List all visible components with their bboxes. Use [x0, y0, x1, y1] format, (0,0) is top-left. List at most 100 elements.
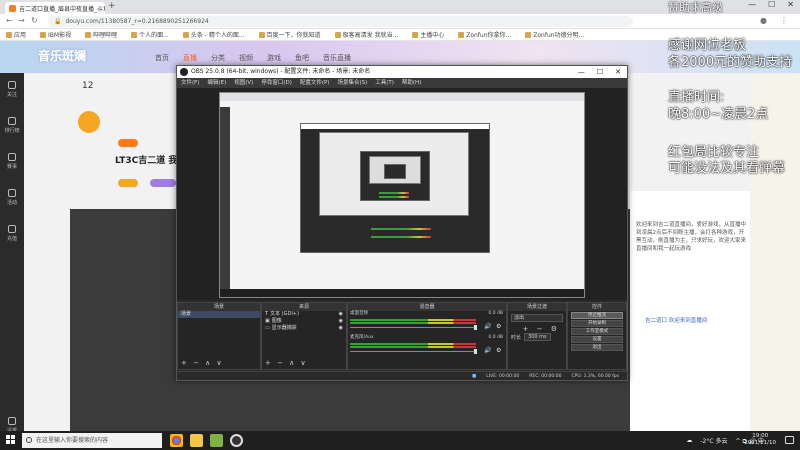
bookmark-item[interactable]: 哔哩哔哩 — [85, 30, 117, 39]
bookmark-item[interactable]: IBM影视 — [40, 30, 71, 39]
source-item[interactable]: ▭ 显示器捕获 ◉ — [262, 325, 346, 332]
sources-toolbar[interactable]: + − ∧ ∨ — [262, 359, 346, 367]
taskbar-clock[interactable]: 19:00 2021/11/10 — [744, 433, 776, 447]
obs-menu-item[interactable]: 文件(F) — [181, 78, 199, 88]
scene-item[interactable]: 场景 — [178, 311, 260, 318]
obs-logo-icon — [180, 68, 188, 76]
sidebar-item-recharge[interactable]: 充值 — [0, 225, 24, 242]
heart-icon — [8, 81, 16, 89]
profile-icon[interactable]: ● — [760, 16, 767, 25]
volume-slider[interactable] — [350, 327, 476, 328]
notification-icon[interactable] — [785, 436, 794, 444]
transition-select[interactable]: 淡出 — [511, 314, 563, 322]
minimize-button[interactable]: — — [748, 0, 756, 9]
panel-title: 控件 — [568, 303, 626, 311]
bookmark-item[interactable]: 个人的面... — [131, 30, 169, 39]
source-item[interactable]: T 文本 (GDI+) ◉ — [262, 311, 346, 318]
obs-menu-item[interactable]: 帮助(H) — [402, 78, 421, 88]
transition-add-remove[interactable]: + − ⚙ — [508, 325, 566, 333]
reload-icon[interactable]: ↻ — [31, 16, 38, 25]
eye-icon[interactable]: ◉ — [339, 325, 343, 332]
settings-button[interactable]: 设置 — [571, 336, 623, 343]
volume-slider-handle[interactable] — [474, 325, 477, 330]
scenes-toolbar[interactable]: + − ∧ ∨ — [178, 359, 260, 367]
close-button[interactable]: ✕ — [615, 66, 621, 78]
bookmark-item[interactable]: 头条 - 精个人的面... — [182, 30, 245, 39]
gear-icon[interactable]: ⚙ — [496, 347, 501, 354]
obs-menu-item[interactable]: 停靠窗口(D) — [261, 78, 292, 88]
sidebar-item-event[interactable]: 赛事 — [0, 153, 24, 170]
obs-titlebar[interactable]: OBS 25.0.8 (64-bit, windows) - 配置文件: 未命名… — [177, 66, 627, 78]
obs-menu-item[interactable]: 视图(V) — [234, 78, 253, 88]
windows-start-icon[interactable] — [6, 435, 16, 445]
obs-menu-item[interactable]: 工具(T) — [375, 78, 394, 88]
overlay-text: 晚8:00~凌晨2点 — [668, 107, 769, 122]
obs-app-icon[interactable] — [230, 434, 243, 447]
exit-button[interactable]: 退出 — [571, 344, 623, 351]
bookmark-item[interactable]: 主播中心 — [412, 30, 444, 39]
nav-link[interactable]: 音乐直播 — [323, 53, 351, 63]
volume-slider[interactable] — [350, 351, 476, 352]
bookmark-item[interactable]: 应用 — [6, 30, 26, 39]
close-button[interactable]: ✕ — [787, 0, 794, 9]
eye-icon[interactable]: ◉ — [339, 311, 343, 318]
streamer-avatar[interactable] — [78, 111, 100, 133]
maximize-button[interactable]: ☐ — [597, 66, 603, 78]
weather-icon[interactable]: ☁ — [686, 437, 692, 444]
nav-link-active[interactable]: 直播 — [183, 53, 197, 63]
bookmark-item[interactable]: Zonfun功德分明... — [525, 30, 584, 39]
sidebar-item-follow[interactable]: 关注 — [0, 81, 24, 98]
new-tab-button[interactable]: + — [108, 1, 116, 11]
mixer-channel: 麦克风/Aux 0.0 dB 🔊 ⚙ — [348, 335, 506, 359]
bookmark-item[interactable]: Zonfun你拿你... — [458, 30, 511, 39]
sidebar-item-rank[interactable]: 排行榜 — [0, 117, 24, 134]
follow-button[interactable] — [118, 139, 138, 147]
address-bar[interactable]: 🔒 douyu.com/11380587_r=0.2168890251266924 — [48, 16, 633, 27]
taskbar-search-input[interactable]: 在这里输入你要搜索的内容 — [22, 433, 162, 448]
nav-link[interactable]: 首页 — [155, 53, 169, 63]
eye-icon[interactable]: ◉ — [339, 318, 343, 325]
live-time: LIVE: 00:00:00 — [486, 374, 520, 379]
speaker-icon[interactable]: 🔊 — [484, 347, 491, 354]
weather-text[interactable]: -2°C 多云 — [700, 436, 727, 445]
obs-menu-item[interactable]: 编辑(E) — [207, 78, 226, 88]
minimize-button[interactable]: — — [578, 66, 585, 78]
room-tag[interactable] — [118, 179, 138, 187]
menu-dots-icon[interactable]: ⋮ — [780, 16, 788, 25]
nav-link[interactable]: 分类 — [211, 53, 225, 63]
forward-arrow-icon[interactable]: → — [18, 16, 25, 25]
mixer-channel: 桌面音频 0.0 dB 🔊 ⚙ — [348, 311, 506, 335]
chrome-app-icon[interactable] — [170, 434, 183, 447]
nav-link[interactable]: 视频 — [239, 53, 253, 63]
studio-mode-button[interactable]: 工作室模式 — [571, 328, 623, 335]
app-icon[interactable] — [210, 434, 223, 447]
duration-input[interactable]: 300 ms — [524, 333, 551, 341]
obs-menu-item[interactable]: 场景集合(S) — [337, 78, 367, 88]
sidebar-item-activity[interactable]: 活动 — [0, 189, 24, 206]
bookmark-item[interactable]: 百度一下，你就知道 — [258, 30, 321, 39]
volume-slider-handle[interactable] — [474, 349, 477, 354]
room-tag[interactable] — [150, 179, 176, 187]
bookmark-item[interactable]: 极客高清发 我就当... — [334, 30, 398, 39]
clock-time: 19:00 — [752, 433, 769, 439]
overlay-text: 感谢网位老板 — [668, 38, 747, 53]
gear-icon[interactable]: ⚙ — [496, 323, 501, 330]
nested-preview — [319, 132, 469, 216]
stop-streaming-button[interactable]: 停止推流 — [571, 312, 623, 319]
obs-preview[interactable] — [177, 88, 627, 300]
maximize-button[interactable]: ☐ — [768, 0, 775, 9]
speaker-icon[interactable]: 🔊 — [484, 323, 491, 330]
obs-menu-item[interactable]: 配置文件(P) — [300, 78, 330, 88]
nested-obs-window-3 — [384, 164, 406, 179]
back-arrow-icon[interactable]: ← — [6, 16, 13, 25]
nav-link[interactable]: 鱼吧 — [295, 53, 309, 63]
source-item[interactable]: ▣ 图像 ◉ — [262, 318, 346, 325]
start-recording-button[interactable]: 开始录制 — [571, 320, 623, 327]
browser-tab-active[interactable]: 吉二道口直播_眉县中夜直播_斗鱼 — [5, 2, 105, 14]
nav-link[interactable]: 游戏 — [267, 53, 281, 63]
panel-title: 场景过渡 — [508, 303, 566, 311]
explorer-app-icon[interactable] — [190, 434, 203, 447]
douyu-logo[interactable]: 音乐斑斓 — [38, 47, 86, 64]
room-link[interactable]: 吉二道口 欢迎来到直播间 — [645, 316, 707, 324]
sidebar-item-settings[interactable]: 设置 — [0, 417, 24, 431]
